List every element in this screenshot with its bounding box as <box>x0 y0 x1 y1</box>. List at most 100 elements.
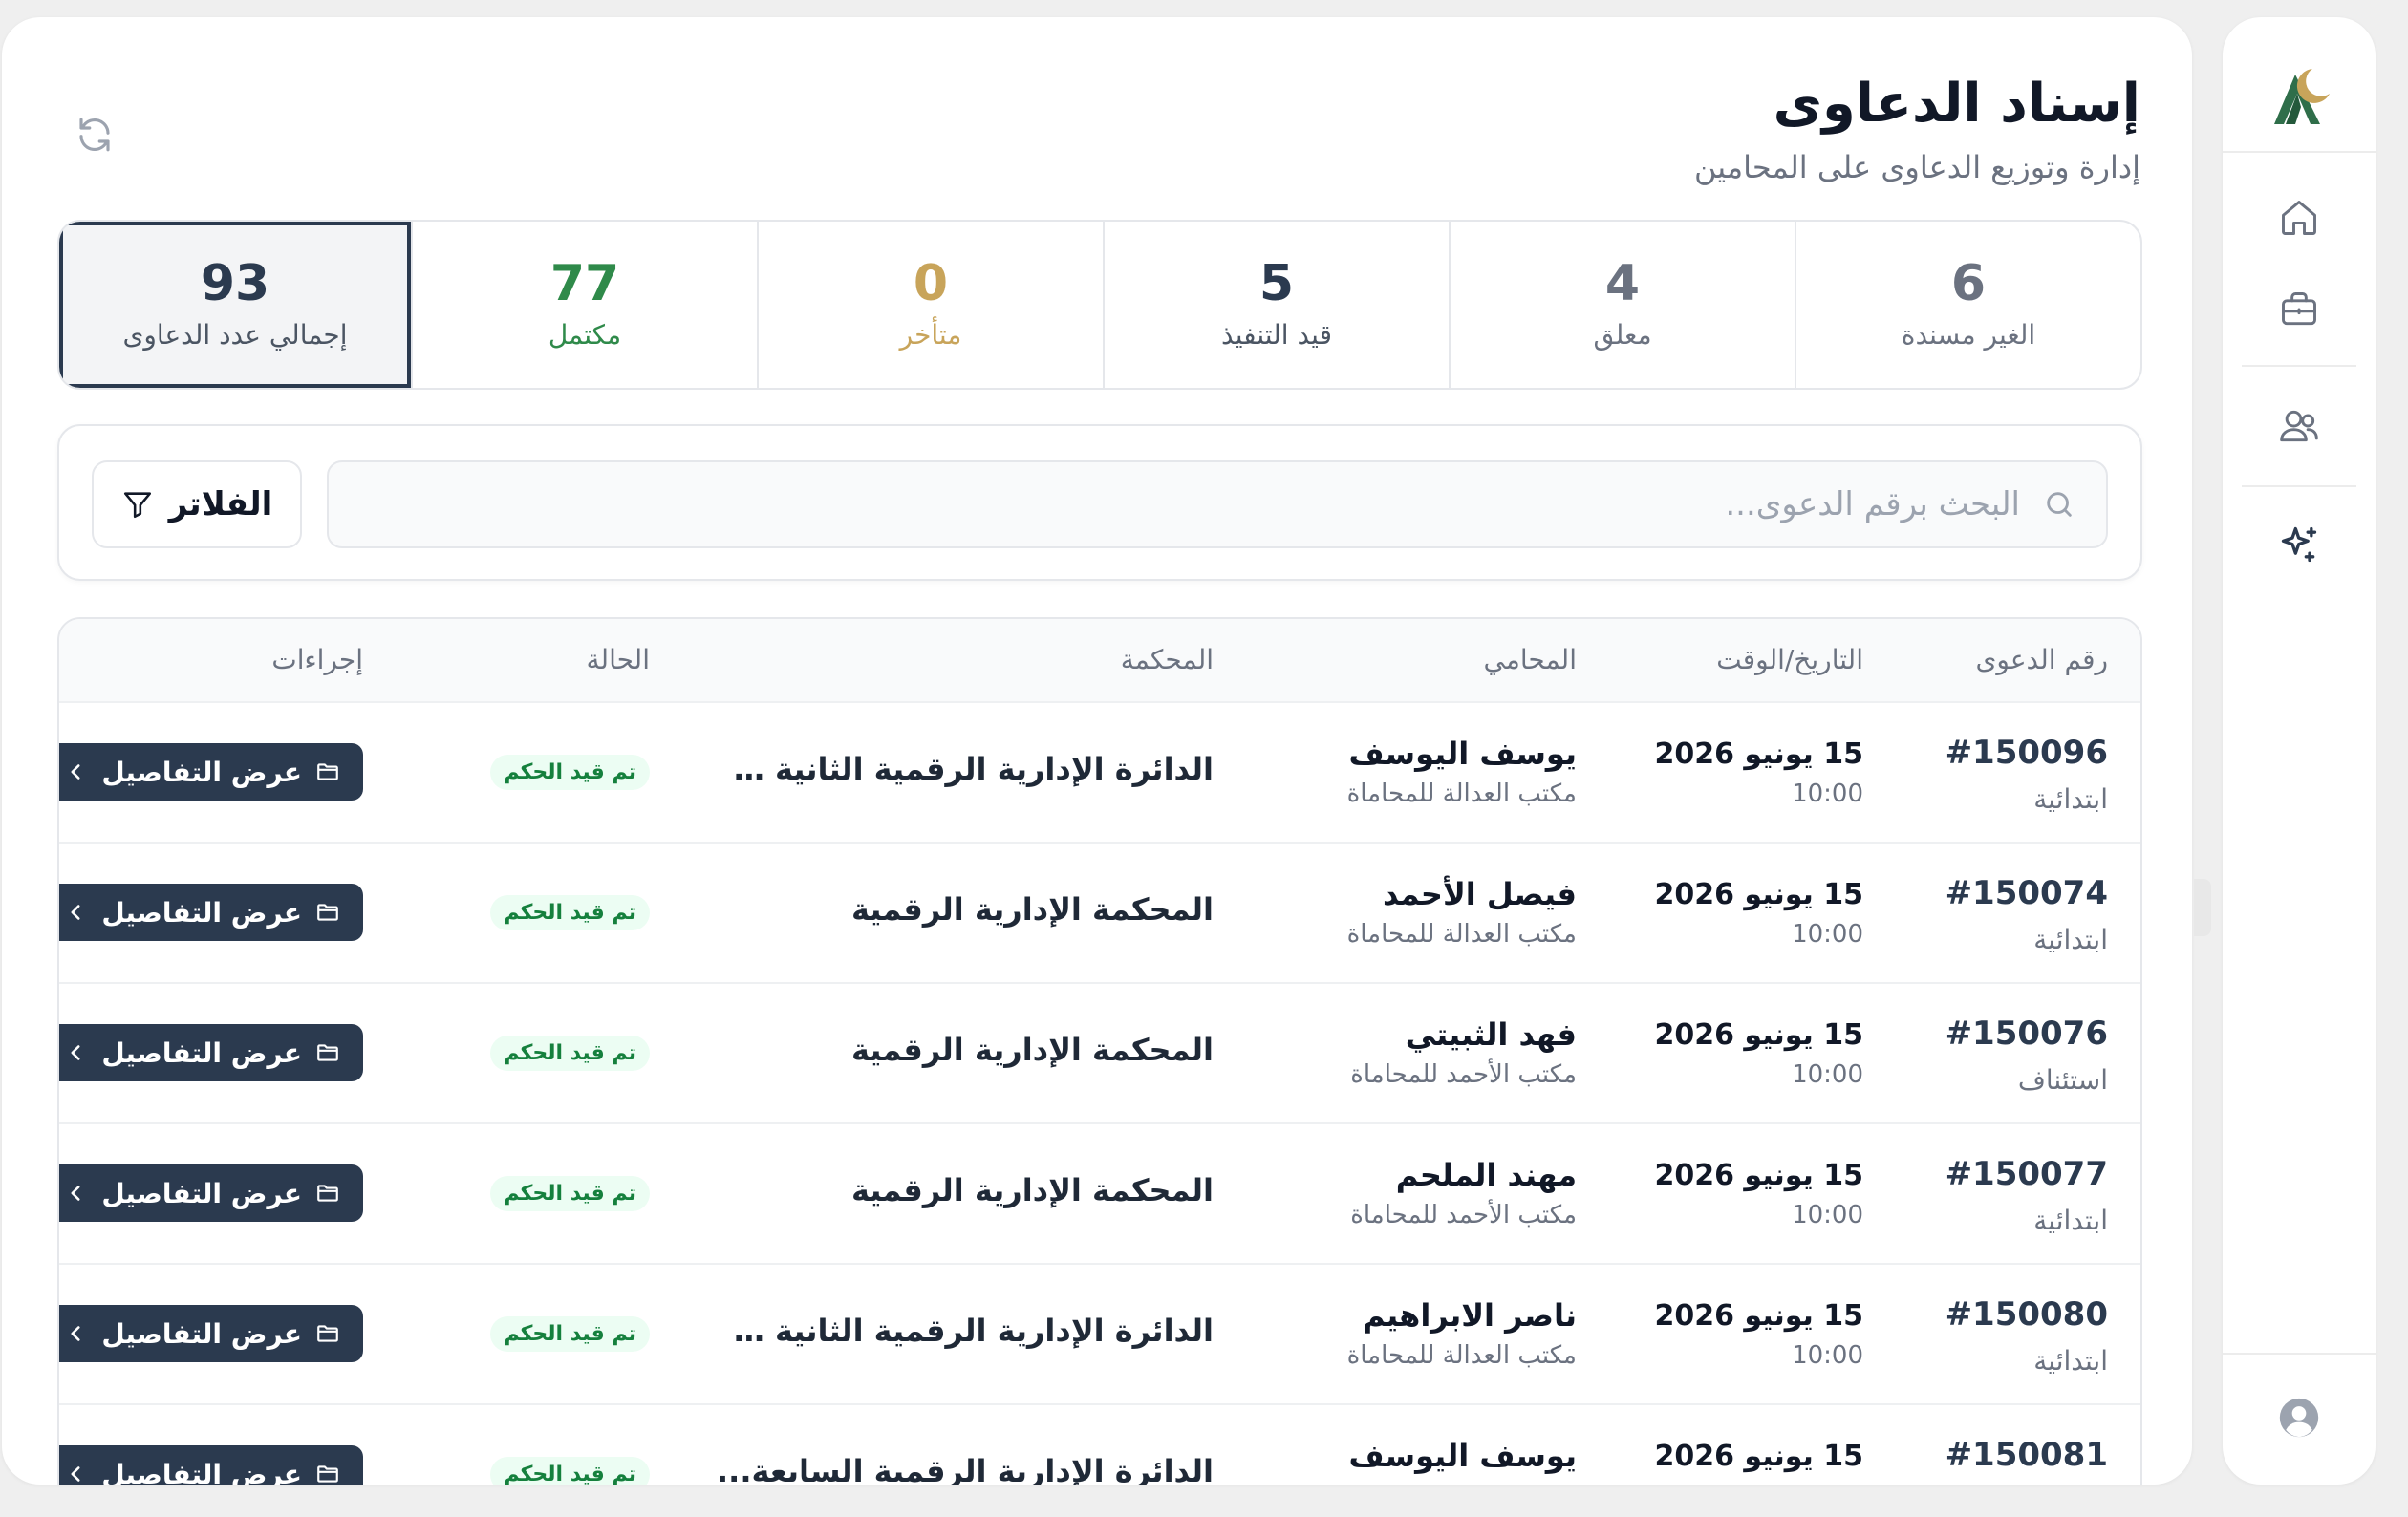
folder-icon <box>317 1325 338 1342</box>
column-header-case-no[interactable]: رقم الدعوى <box>1879 644 2108 675</box>
court-name: الدائرة الإدارية الرقمية الثانية عـ... <box>717 751 1214 787</box>
view-details-button[interactable]: عرض التفاصيل <box>59 884 363 941</box>
users-icon[interactable] <box>2270 397 2328 455</box>
stat-label: معلق <box>1593 319 1652 351</box>
case-date: 15 يونيو 2026 <box>1654 878 1863 911</box>
actions-cell: عرض التفاصيل <box>59 1024 363 1081</box>
status-cell: تم قيد الحكم <box>440 1457 650 1485</box>
stat-label: متأخر <box>899 319 962 351</box>
case-number[interactable]: #150081 <box>1946 1436 2108 1474</box>
table-row[interactable]: #150081 15 يونيو 2026 يوسف اليوسف الدائر… <box>59 1405 2140 1485</box>
case-time: 10:00 <box>1792 780 1863 808</box>
status-badge: تم قيد الحكم <box>490 1316 650 1352</box>
status-badge: تم قيد الحكم <box>490 895 650 930</box>
stat-total[interactable]: 93 إجمالي عدد الدعاوى <box>59 222 411 388</box>
cases-table: رقم الدعوى التاريخ/الوقت المحامي المحكمة… <box>57 617 2142 1485</box>
view-details-label: عرض التفاصيل <box>101 896 302 929</box>
case-time: 10:00 <box>1792 1201 1863 1229</box>
search-input[interactable] <box>329 485 2020 523</box>
view-details-button[interactable]: عرض التفاصيل <box>59 1164 363 1222</box>
view-details-button[interactable]: عرض التفاصيل <box>59 1024 363 1081</box>
stat-pending[interactable]: 4 معلق <box>1449 222 1795 388</box>
home-icon[interactable] <box>2270 189 2328 246</box>
actions-cell: عرض التفاصيل <box>59 1445 363 1485</box>
stat-value: 77 <box>549 255 620 312</box>
search-icon <box>2047 492 2072 517</box>
case-number[interactable]: #150096 <box>1946 734 2108 772</box>
rail-divider <box>2223 151 2376 153</box>
column-header-status[interactable]: الحالة <box>440 644 650 675</box>
view-details-button[interactable]: عرض التفاصيل <box>59 1445 363 1485</box>
view-details-label: عرض التفاصيل <box>101 756 302 788</box>
case-type: ابتدائية <box>2033 1205 2108 1236</box>
court-name: المحكمة الإدارية الرقمية <box>850 1172 1214 1208</box>
column-header-court[interactable]: المحكمة <box>717 644 1214 675</box>
side-rail <box>2223 17 2376 1485</box>
stat-value: 6 <box>1950 255 1987 312</box>
lawyer-name: يوسف اليوسف <box>1348 1438 1577 1474</box>
case-number[interactable]: #150076 <box>1946 1015 2108 1053</box>
scroll-handle[interactable] <box>2194 879 2211 936</box>
stat-unassigned[interactable]: 6 الغير مسندة <box>1795 222 2140 388</box>
stat-label: الغير مسندة <box>1901 319 2036 351</box>
app-logo[interactable] <box>2257 55 2343 141</box>
chevron-left-icon <box>71 1186 80 1201</box>
rail-divider <box>2223 1353 2376 1355</box>
law-office: مكتب الأحمد للمحاماة <box>1350 1201 1577 1229</box>
case-date: 15 يونيو 2026 <box>1654 1018 1863 1052</box>
table-row[interactable]: #150096 ابتدائية 15 يونيو 2026 10:00 يوس… <box>59 703 2140 844</box>
view-details-label: عرض التفاصيل <box>101 1458 302 1485</box>
stat-completed[interactable]: 77 مكتمل <box>411 222 757 388</box>
table-row[interactable]: #150080 ابتدائية 15 يونيو 2026 10:00 ناص… <box>59 1265 2140 1405</box>
chevron-left-icon <box>71 764 80 780</box>
status-cell: تم قيد الحكم <box>440 1316 650 1352</box>
filters-button[interactable]: الفلاتر <box>92 460 302 548</box>
chevron-left-icon <box>71 1326 80 1341</box>
case-type: استئناف <box>2017 1064 2108 1096</box>
stat-label: مكتمل <box>548 319 622 351</box>
lawyer-name: فهد الثبيتي <box>1405 1016 1577 1053</box>
table-row[interactable]: #150076 استئناف 15 يونيو 2026 10:00 فهد … <box>59 984 2140 1124</box>
status-cell: تم قيد الحكم <box>440 1036 650 1071</box>
stat-value: 4 <box>1604 255 1641 312</box>
case-number[interactable]: #150077 <box>1946 1155 2108 1193</box>
table-row[interactable]: #150074 ابتدائية 15 يونيو 2026 10:00 فيص… <box>59 844 2140 984</box>
case-type: ابتدائية <box>2033 783 2108 815</box>
status-badge: تم قيد الحكم <box>490 755 650 790</box>
court-name: الدائرة الإدارية الرقمية الثانية عـ... <box>717 1313 1214 1349</box>
court-name: الدائرة الإدارية الرقمية السابعة... <box>717 1453 1214 1485</box>
stat-late[interactable]: 0 متأخر <box>757 222 1103 388</box>
folder-icon <box>317 763 338 780</box>
lawyer-name: فيصل الأحمد <box>1382 876 1577 912</box>
column-header-datetime[interactable]: التاريخ/الوقت <box>1644 644 1863 675</box>
column-header-actions: إجراءات <box>271 644 363 675</box>
stat-in-progress[interactable]: 5 قيد التنفيذ <box>1103 222 1449 388</box>
actions-cell: عرض التفاصيل <box>59 1164 363 1222</box>
status-cell: تم قيد الحكم <box>440 755 650 790</box>
search-field[interactable] <box>327 460 2108 548</box>
filter-icon <box>123 492 151 519</box>
case-number[interactable]: #150080 <box>1946 1295 2108 1334</box>
sparkles-icon[interactable] <box>2270 516 2328 573</box>
column-header-lawyer[interactable]: المحامي <box>1261 644 1577 675</box>
case-date: 15 يونيو 2026 <box>1654 1440 1863 1473</box>
stats-row: 6 الغير مسندة 4 معلق 5 قيد التنفيذ 0 متأ… <box>57 220 2142 390</box>
view-details-label: عرض التفاصيل <box>101 1317 302 1350</box>
page-title: إسناد الدعاوى <box>1773 73 2140 135</box>
stat-value: 0 <box>913 255 949 312</box>
user-avatar-icon[interactable] <box>2270 1389 2328 1446</box>
refresh-icon[interactable] <box>69 109 120 160</box>
briefcase-icon[interactable] <box>2270 281 2328 338</box>
stat-value: 93 <box>200 255 270 312</box>
law-office: مكتب العدالة للمحاماة <box>1346 780 1577 808</box>
view-details-label: عرض التفاصيل <box>101 1177 302 1209</box>
table-row[interactable]: #150077 ابتدائية 15 يونيو 2026 10:00 مهن… <box>59 1124 2140 1265</box>
case-number[interactable]: #150074 <box>1946 874 2108 912</box>
view-details-button[interactable]: عرض التفاصيل <box>59 1305 363 1362</box>
stat-label: قيد التنفيذ <box>1221 319 1332 351</box>
view-details-button[interactable]: عرض التفاصيل <box>59 743 363 801</box>
rail-divider <box>2242 485 2356 487</box>
actions-cell: عرض التفاصيل <box>59 884 363 941</box>
law-office: مكتب الأحمد للمحاماة <box>1350 1060 1577 1089</box>
case-type: ابتدائية <box>2033 924 2108 955</box>
